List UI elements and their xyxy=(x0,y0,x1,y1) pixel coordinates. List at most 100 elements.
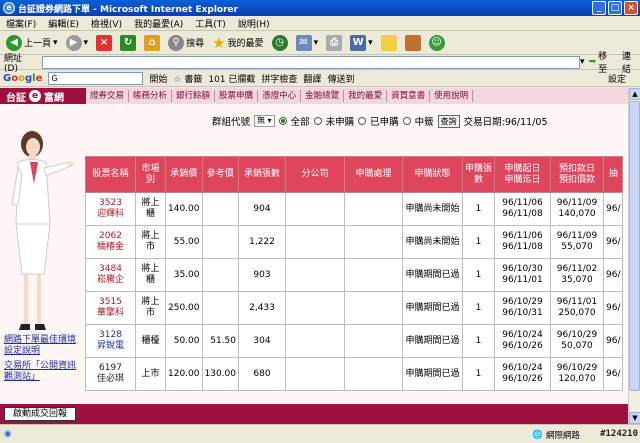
ref-cell xyxy=(201,291,239,325)
word-icon: W xyxy=(350,34,367,51)
table-row: 3523 迎輝科 將上櫃 140.00 904 申購尚未開始 1 96/11/06 96/11/… xyxy=(85,192,624,226)
home-button[interactable]: ⌂ xyxy=(142,33,162,53)
google-settings[interactable]: 設定 xyxy=(608,72,626,85)
radio-not-subscribed[interactable] xyxy=(313,117,322,125)
scroll-up-arrow-icon[interactable]: ▲ xyxy=(629,88,640,100)
group-select[interactable]: 無 ▾ xyxy=(254,115,275,127)
lots-cell: 2,433 xyxy=(238,291,286,325)
print-button[interactable]: ⎙ xyxy=(324,33,344,53)
nav-trading[interactable]: 證券交易 xyxy=(86,90,130,102)
table-header-row: 股票名稱 市場別 承銷價 參考價 承銷張數 分公司 申購處理 申購狀態 申購張數… xyxy=(85,156,624,193)
col-branch: 分公司 xyxy=(285,156,345,193)
favorites-button[interactable]: ★ 我的最愛 xyxy=(210,33,265,53)
menu-favorites[interactable]: 我的最愛(A) xyxy=(134,17,183,30)
filter-bar: 群組代號 無 ▾ 全部 未申購 已申購 中籤 查詢 交易日期:96/11/05 xyxy=(212,114,548,128)
sidebar: 網路下單最佳環境設定說明 交易所「公開資訊觀測站」 xyxy=(0,104,85,424)
web-page: 台証 e 富網 證券交易 帳務分析 銀行餘額 股票申購 憑證中心 金融總覽 我的最愛… xyxy=(0,88,628,424)
radio-won[interactable] xyxy=(402,117,411,125)
col-process: 申購處理 xyxy=(344,156,403,193)
back-label: 上一頁 xyxy=(24,39,52,49)
popup-blocker[interactable]: 101 已攔截 xyxy=(208,72,255,85)
table-row: 3484 崧騰企 將上櫃 35.00 903 申購期間已過 1 96/10/30 96/11/0… xyxy=(85,258,624,292)
research-button[interactable] xyxy=(403,33,423,53)
menu-file[interactable]: 檔案(F) xyxy=(6,17,36,30)
google-logo: Google xyxy=(3,72,43,84)
edit-button[interactable]: W ▾ xyxy=(348,33,375,53)
menu-edit[interactable]: 編輯(E) xyxy=(48,17,79,30)
discuss-button[interactable] xyxy=(379,33,399,53)
google-bookmarks[interactable]: ☆ 書籤 xyxy=(173,72,202,85)
radio-not-subscribed-label: 未申購 xyxy=(325,117,355,128)
group-label: 群組代號 xyxy=(212,117,251,128)
nav-ipo[interactable]: 股票申購 xyxy=(215,90,259,102)
star-icon: ★ xyxy=(212,33,226,52)
home-icon: ⌂ xyxy=(144,34,161,51)
stock-cell[interactable]: 3523 迎輝科 xyxy=(85,192,136,226)
history-button[interactable]: ◷ xyxy=(270,33,290,53)
menu-help[interactable]: 說明(H) xyxy=(238,17,270,30)
favorites-label: 我的最愛 xyxy=(227,39,264,49)
radio-all-label: 全部 xyxy=(290,117,310,128)
nav-account[interactable]: 帳務分析 xyxy=(129,90,173,102)
minimize-button[interactable]: _ xyxy=(592,1,606,15)
spell-check[interactable]: 拼字檢查 xyxy=(261,72,297,85)
search-icon: ⚲ xyxy=(168,34,185,51)
process-cell xyxy=(344,357,403,391)
mops-link[interactable]: 交易所「公開資訊觀測站」 xyxy=(4,361,84,383)
nav-finance[interactable]: 金融總覽 xyxy=(301,90,345,102)
col-status: 申購狀態 xyxy=(402,156,463,193)
trade-date: 交易日期:96/11/05 xyxy=(463,117,548,128)
scroll-thumb[interactable] xyxy=(629,101,640,391)
stock-cell[interactable]: 3515 華擎科 xyxy=(85,291,136,325)
vertical-scrollbar[interactable]: ▲ ▼ xyxy=(628,88,640,424)
deduct-cell: 96/11/01 250,070 xyxy=(550,291,604,325)
address-input[interactable] xyxy=(41,55,581,69)
query-button[interactable]: 查詢 xyxy=(437,114,460,128)
forward-button[interactable]: ▶ ▾ xyxy=(64,33,91,53)
menu-view[interactable]: 檢視(V) xyxy=(91,17,122,30)
stock-cell[interactable]: 3128 昇銳電 xyxy=(85,324,136,358)
close-button[interactable]: × xyxy=(624,1,638,15)
back-button[interactable]: ◀ 上一頁 ▾ xyxy=(4,33,60,53)
qty-cell: 1 xyxy=(462,192,495,226)
research-icon xyxy=(404,34,421,51)
branch-cell xyxy=(285,225,345,259)
nav-bank[interactable]: 銀行餘額 xyxy=(172,90,216,102)
stock-cell[interactable]: 6197 佳必琪 xyxy=(85,357,136,391)
search-button[interactable]: ⚲ 搜尋 xyxy=(166,33,206,53)
scroll-down-arrow-icon[interactable]: ▼ xyxy=(629,412,640,424)
address-dropdown-icon[interactable]: ▾ xyxy=(580,57,585,67)
messenger-icon: ☺ xyxy=(428,34,445,51)
google-search-input[interactable]: G xyxy=(48,71,144,85)
branch-cell xyxy=(285,324,345,358)
nav-letter[interactable]: 資買意書 xyxy=(387,90,431,102)
trade-report-tab[interactable]: 啟動成交回報 xyxy=(4,407,77,421)
nav-certificate[interactable]: 憑證中心 xyxy=(258,90,302,102)
translate[interactable]: 翻譯 xyxy=(303,72,321,85)
market-cell: 將上市 xyxy=(135,225,166,259)
radio-all[interactable] xyxy=(278,117,287,125)
send-to[interactable]: 傳送到 xyxy=(327,72,354,85)
mail-button[interactable]: ✉ ▾ xyxy=(294,33,321,53)
ref-cell: 130.00 xyxy=(201,357,239,391)
nav-favorites[interactable]: 我的最愛 xyxy=(344,90,388,102)
globe-icon: 🌐 xyxy=(532,430,543,440)
process-cell xyxy=(344,258,403,292)
messenger-button[interactable]: ☺ xyxy=(427,33,447,53)
refresh-button[interactable]: ↻ xyxy=(118,33,138,53)
lots-cell: 304 xyxy=(238,324,286,358)
nav-help[interactable]: 使用說明 xyxy=(430,90,474,102)
stock-cell[interactable]: 2062 橋椿金 xyxy=(85,225,136,259)
stop-button[interactable]: × xyxy=(94,33,114,53)
maximize-button[interactable]: □ xyxy=(608,1,622,15)
stock-cell[interactable]: 3484 崧騰企 xyxy=(85,258,136,292)
site-brand[interactable]: 台証 e 富網 xyxy=(0,89,86,104)
ie-logo-icon: e xyxy=(3,2,15,14)
draw-cell: 96/ xyxy=(602,324,624,358)
radio-subscribed[interactable] xyxy=(358,117,367,125)
env-setup-link[interactable]: 網路下單最佳環境設定說明 xyxy=(4,335,84,357)
menu-tools[interactable]: 工具(T) xyxy=(195,17,226,30)
google-start[interactable]: 開始 xyxy=(149,72,167,85)
status-cell: 申購尚未開始 xyxy=(402,225,463,259)
browser-toolbar: ◀ 上一頁 ▾ ▶ ▾ × ↻ ⌂ ⚲ 搜尋 ★ 我的最愛 ◷ ✉ ▾ ⎙ W ▾ ☺ xyxy=(0,31,640,55)
